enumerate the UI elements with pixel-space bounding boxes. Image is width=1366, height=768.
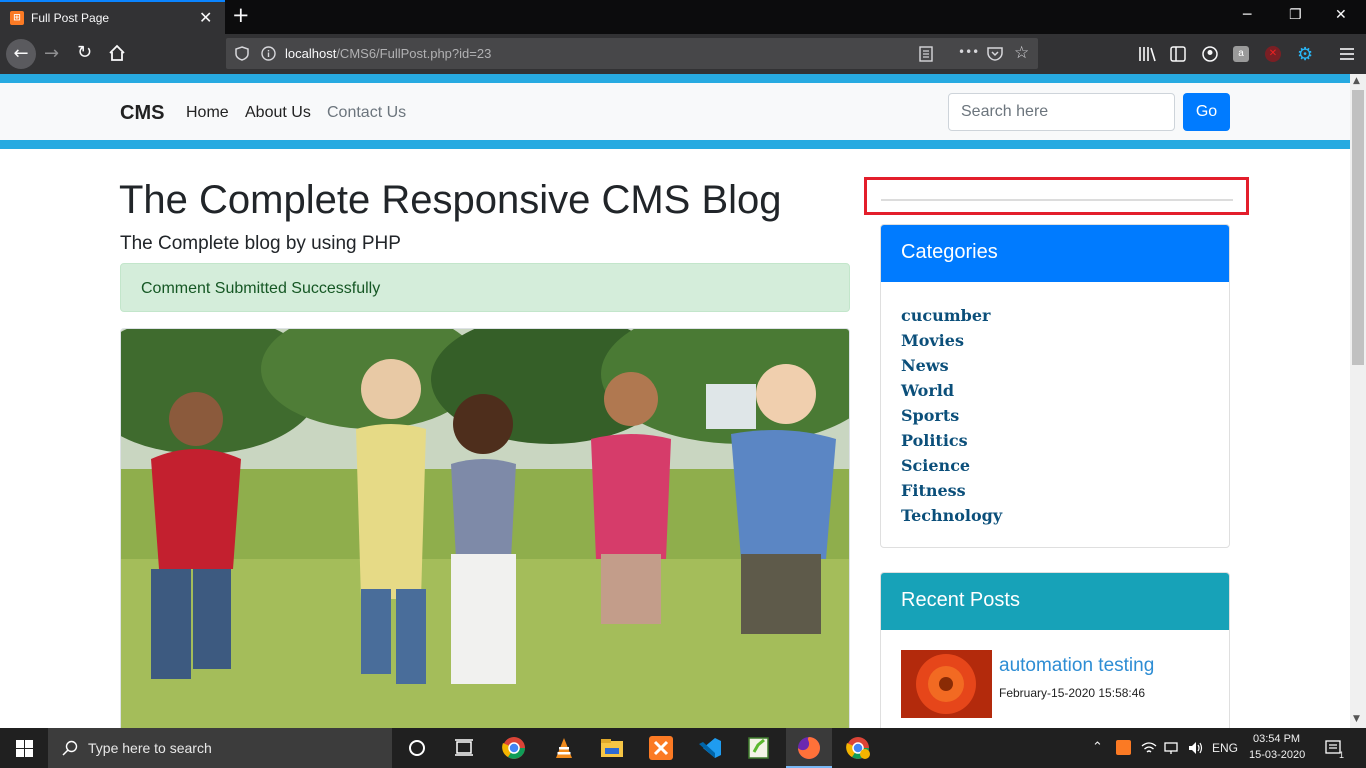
info-icon[interactable]: [261, 46, 276, 61]
categories-list: cucumber Movies News World Sports Politi…: [881, 282, 1229, 528]
tray-time[interactable]: 03:54 PM: [1253, 733, 1300, 745]
windows-start-icon[interactable]: [16, 740, 33, 757]
site-navbar: CMS Home About Us Contact Us Go: [0, 83, 1350, 140]
url-path: /CMS6/FullPost.php?id=23: [336, 46, 492, 61]
reader-view-icon[interactable]: [919, 46, 933, 62]
recent-post-date: February-15-2020 15:58:46: [999, 686, 1146, 700]
nav-link-home[interactable]: Home: [186, 104, 229, 122]
task-view-icon[interactable]: [451, 736, 477, 760]
page-subtitle: The Complete blog by using PHP: [120, 233, 401, 254]
category-link-politics[interactable]: Politics: [901, 428, 1209, 453]
page-actions-menu-icon[interactable]: •••: [958, 45, 979, 59]
page-scrollbar[interactable]: ▲ ▼: [1350, 74, 1366, 728]
shield-icon[interactable]: [235, 46, 249, 61]
nav-link-about[interactable]: About Us: [245, 104, 311, 122]
vlc-icon[interactable]: [551, 736, 577, 760]
firefox-icon: [798, 737, 820, 759]
xampp-icon[interactable]: [648, 736, 674, 760]
sidebar-toggle-icon[interactable]: [1170, 46, 1186, 62]
alert-message: Comment Submitted Successfully: [141, 280, 381, 297]
restore-button[interactable]: ❐: [1289, 7, 1302, 23]
nav-link-contact[interactable]: Contact Us: [327, 104, 406, 122]
reload-icon[interactable]: ↻: [77, 42, 92, 63]
extension-gear-icon[interactable]: ⚙: [1297, 44, 1313, 65]
tray-xampp-icon[interactable]: [1116, 740, 1131, 755]
tray-wifi-icon[interactable]: [1141, 740, 1157, 756]
windows-taskbar: Type here to search ⌃ ENG 03:54 PM 15-03…: [0, 728, 1366, 768]
vscode-icon[interactable]: [697, 736, 723, 760]
post-image: [120, 328, 850, 738]
recent-posts-card: Recent Posts automation testing February…: [880, 572, 1230, 742]
back-arrow-icon[interactable]: ←: [6, 39, 36, 69]
cortana-icon[interactable]: [404, 736, 430, 760]
category-link-fitness[interactable]: Fitness: [901, 478, 1209, 503]
taskbar-search-box[interactable]: Type here to search: [48, 728, 392, 768]
home-icon[interactable]: [108, 44, 126, 62]
tray-date[interactable]: 15-03-2020: [1249, 749, 1305, 761]
url-bar[interactable]: localhost/CMS6/FullPost.php?id=23 ••• ☆: [226, 38, 1038, 69]
tray-volume-icon[interactable]: [1187, 740, 1203, 756]
taskbar-search-placeholder: Type here to search: [88, 740, 212, 756]
recent-post-thumbnail[interactable]: [901, 650, 992, 718]
pocket-icon[interactable]: [987, 46, 1003, 61]
extension-block-icon[interactable]: ✕: [1265, 46, 1281, 62]
success-alert: Comment Submitted Successfully: [120, 263, 850, 312]
firefox-taskbar-active[interactable]: [786, 728, 832, 768]
category-link-technology[interactable]: Technology: [901, 503, 1209, 528]
notepad-plus-icon[interactable]: [746, 736, 772, 760]
browser-toolbar: ← → ↻ localhost/CMS6/FullPost.php?id=23 …: [0, 34, 1366, 74]
forward-arrow-icon[interactable]: →: [44, 43, 59, 64]
hamburger-menu-icon[interactable]: [1340, 47, 1354, 61]
bottom-accent-strip: [0, 140, 1350, 149]
scroll-up-icon[interactable]: ▲: [1353, 76, 1360, 86]
horizontal-rule: [881, 199, 1233, 201]
tray-language[interactable]: ENG: [1212, 741, 1238, 755]
tab-title: Full Post Page: [31, 11, 110, 25]
minimize-button[interactable]: ─: [1243, 7, 1251, 23]
go-button[interactable]: Go: [1183, 93, 1230, 131]
search-icon: [62, 740, 78, 756]
top-accent-strip: [0, 74, 1350, 83]
recent-posts-header: Recent Posts: [881, 573, 1229, 630]
scroll-down-icon[interactable]: ▼: [1353, 714, 1360, 724]
page-title: The Complete Responsive CMS Blog: [119, 178, 782, 222]
scroll-thumb[interactable]: [1352, 90, 1364, 365]
new-tab-button[interactable]: +: [232, 3, 250, 27]
file-explorer-icon[interactable]: [599, 736, 625, 760]
chrome-profile-icon[interactable]: [845, 736, 871, 760]
category-link-news[interactable]: News: [901, 353, 1209, 378]
library-icon[interactable]: [1138, 46, 1156, 62]
chrome-icon[interactable]: [501, 736, 527, 760]
site-brand[interactable]: CMS: [120, 102, 164, 125]
url-host: localhost: [285, 46, 337, 61]
tab-full-post-page[interactable]: ⊞ Full Post Page ✕: [0, 0, 225, 34]
tray-chevron-icon[interactable]: ⌃: [1092, 740, 1103, 755]
search-input[interactable]: [948, 93, 1175, 131]
url-text[interactable]: localhost/CMS6/FullPost.php?id=23: [285, 46, 491, 61]
bookmark-star-icon[interactable]: ☆: [1014, 43, 1029, 63]
category-link-science[interactable]: Science: [901, 453, 1209, 478]
window-close-button[interactable]: ✕: [1335, 7, 1347, 23]
category-link-sports[interactable]: Sports: [901, 403, 1209, 428]
tray-network-icon[interactable]: [1163, 740, 1179, 756]
extension-a-icon[interactable]: a: [1233, 46, 1249, 62]
account-icon[interactable]: [1202, 46, 1218, 62]
tab-close-icon[interactable]: ✕: [199, 8, 212, 27]
browser-tab-bar: ⊞ Full Post Page ✕ + ─ ❐ ✕: [0, 0, 1366, 34]
recent-post-title[interactable]: automation testing: [999, 655, 1154, 677]
notification-count-badge: 1: [1339, 750, 1345, 760]
category-link-movies[interactable]: Movies: [901, 328, 1209, 353]
categories-header: Categories: [881, 225, 1229, 282]
category-link-cucumber[interactable]: cucumber: [901, 303, 1209, 328]
child-3: [451, 394, 516, 684]
category-link-world[interactable]: World: [901, 378, 1209, 403]
highlighted-divider-box: [864, 177, 1249, 215]
xampp-favicon-icon: ⊞: [10, 11, 24, 25]
categories-card: Categories cucumber Movies News World Sp…: [880, 224, 1230, 548]
